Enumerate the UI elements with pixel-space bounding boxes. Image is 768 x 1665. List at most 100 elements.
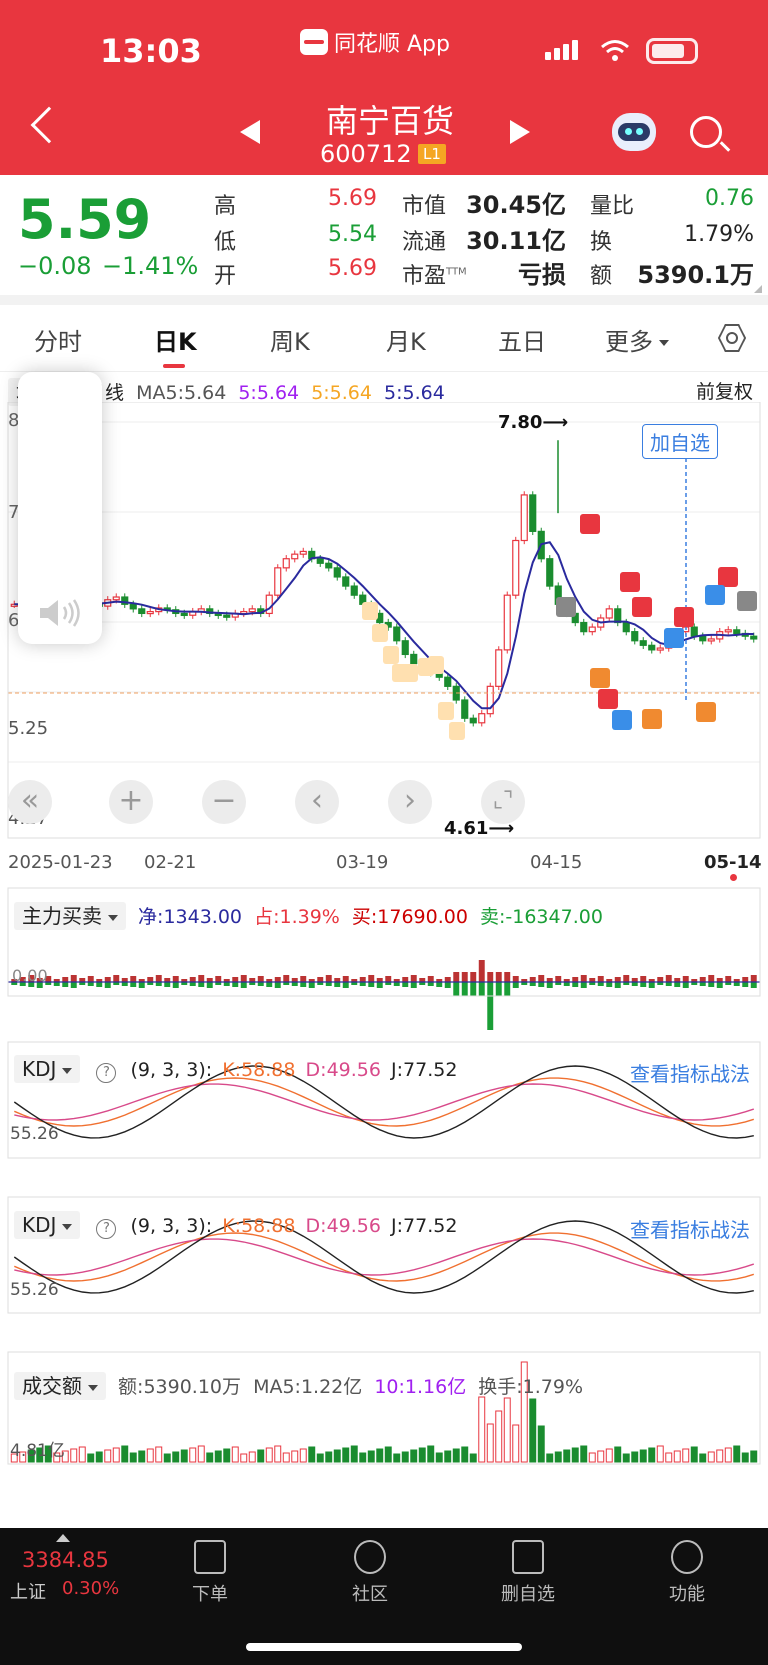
- candle: [622, 621, 630, 633]
- robot-icon[interactable]: [612, 113, 656, 151]
- capital-bar-buy: [359, 977, 366, 982]
- volume-bar: [750, 1450, 758, 1463]
- volume-bar: [699, 1453, 707, 1463]
- kdj2-select[interactable]: KDJ: [14, 1211, 81, 1239]
- tab-more[interactable]: 更多: [605, 322, 669, 357]
- tab-weekly-k[interactable]: 周K: [270, 322, 310, 357]
- capital-bar-sell: [504, 982, 511, 996]
- volume-bar: [529, 1398, 537, 1463]
- volume-bar: [469, 1453, 477, 1463]
- add-watch-button[interactable]: 加自选: [642, 424, 718, 459]
- volume-bar: [155, 1446, 163, 1463]
- candle: [707, 638, 715, 642]
- search-icon[interactable]: [690, 116, 722, 148]
- price-change-pct: −1.41%: [102, 252, 199, 280]
- signal-mark: [620, 572, 640, 592]
- capital-bar-sell: [453, 982, 460, 996]
- capital-bar-sell: [606, 982, 613, 987]
- volume-bar: [95, 1451, 103, 1463]
- volume-bar: [282, 1452, 290, 1463]
- capital-bar-buy: [495, 972, 502, 982]
- candle: [605, 608, 613, 619]
- tab-five-day[interactable]: 五日: [498, 322, 546, 357]
- candle: [588, 626, 596, 633]
- capital-bar-buy: [657, 977, 664, 982]
- volume-ylabel: 4.81亿: [10, 1441, 65, 1461]
- volume-bar: [257, 1449, 265, 1463]
- expand-corner-icon[interactable]: [754, 285, 762, 293]
- index-value[interactable]: 3384.85: [22, 1548, 109, 1572]
- kdj2-strategy-link[interactable]: 查看指标战法: [630, 1214, 750, 1243]
- number-tag: [438, 702, 454, 720]
- kdj1-strategy-link[interactable]: 查看指标战法: [630, 1058, 750, 1087]
- status-time: 13:03: [100, 32, 202, 70]
- fullscreen-icon[interactable]: ⌞⌝: [481, 780, 525, 824]
- volume-bar: [622, 1453, 630, 1463]
- turnover-label: 换: [590, 230, 613, 255]
- date-label: 03-19: [336, 852, 389, 873]
- signal-mark: [664, 628, 684, 648]
- candle: [299, 550, 307, 555]
- candle: [503, 594, 511, 651]
- volume-bar: [87, 1453, 95, 1463]
- nav-order[interactable]: 下单: [165, 1540, 255, 1606]
- capital-bar-buy: [665, 975, 672, 982]
- volume-bar: [384, 1446, 392, 1463]
- nav-community[interactable]: 社区: [325, 1540, 415, 1606]
- volume-select[interactable]: 成交额: [14, 1372, 106, 1400]
- adjust-toggle[interactable]: 前复权: [696, 377, 753, 404]
- speaker-icon[interactable]: [38, 598, 82, 628]
- date-label: 05-14: [704, 852, 762, 873]
- pe-value: 亏损: [518, 261, 566, 289]
- tab-intraday[interactable]: 分时: [34, 322, 82, 357]
- left-icon[interactable]: ‹: [295, 780, 339, 824]
- capital-bar-sell: [640, 982, 647, 987]
- volume-bar: [512, 1424, 520, 1463]
- signal-mark: [598, 689, 618, 709]
- candle: [393, 626, 401, 642]
- capital-bar-buy: [512, 976, 519, 982]
- volume-bar: [537, 1425, 545, 1463]
- signal-mark: [737, 591, 757, 611]
- capital-bar-buy: [385, 976, 392, 982]
- candle: [486, 685, 494, 715]
- next-stock-icon[interactable]: [510, 120, 530, 144]
- divider: [0, 295, 768, 305]
- tab-daily-k[interactable]: 日K: [154, 322, 197, 357]
- ma20-label: 5:5.64: [311, 382, 372, 404]
- low-label: 低: [214, 230, 237, 255]
- capital-bar-sell: [750, 982, 757, 988]
- capital-bar-sell: [470, 982, 477, 996]
- number-tag: [449, 722, 465, 740]
- volume-bar: [325, 1451, 333, 1463]
- candle: [248, 608, 256, 613]
- capital-bar-sell: [487, 982, 494, 1030]
- capital-select[interactable]: 主力买卖: [14, 902, 126, 930]
- volume-bar: [231, 1446, 239, 1463]
- collapse-icon[interactable]: «: [8, 780, 52, 824]
- ma30-label: 5:5.64: [384, 382, 445, 404]
- candle: [495, 649, 503, 687]
- nav-functions[interactable]: 功能: [642, 1540, 732, 1606]
- volume-bar: [478, 1396, 486, 1463]
- capital-bar-sell: [96, 982, 103, 987]
- volume-bar: [189, 1447, 197, 1463]
- help-icon[interactable]: ?: [96, 1219, 117, 1239]
- capital-bar-buy: [597, 976, 604, 982]
- capital-bar-sell: [368, 982, 375, 987]
- zoom-out-icon[interactable]: −: [202, 780, 246, 824]
- nav-remove-watch[interactable]: 删自选: [483, 1540, 573, 1606]
- right-icon[interactable]: ›: [388, 780, 432, 824]
- y-label-525: 5.25: [8, 718, 49, 739]
- zoom-in-icon[interactable]: +: [109, 780, 153, 824]
- low-value: 5.54: [328, 222, 377, 247]
- signal-mark: [632, 597, 652, 617]
- tab-monthly-k[interactable]: 月K: [386, 322, 426, 357]
- volume-bar: [146, 1448, 154, 1463]
- volume-bar: [563, 1449, 571, 1463]
- volume-bar: [308, 1446, 316, 1463]
- help-icon[interactable]: ?: [96, 1063, 117, 1083]
- prev-stock-icon[interactable]: [240, 120, 260, 144]
- capital-bar-buy: [444, 977, 451, 982]
- kdj1-select[interactable]: KDJ: [14, 1055, 81, 1083]
